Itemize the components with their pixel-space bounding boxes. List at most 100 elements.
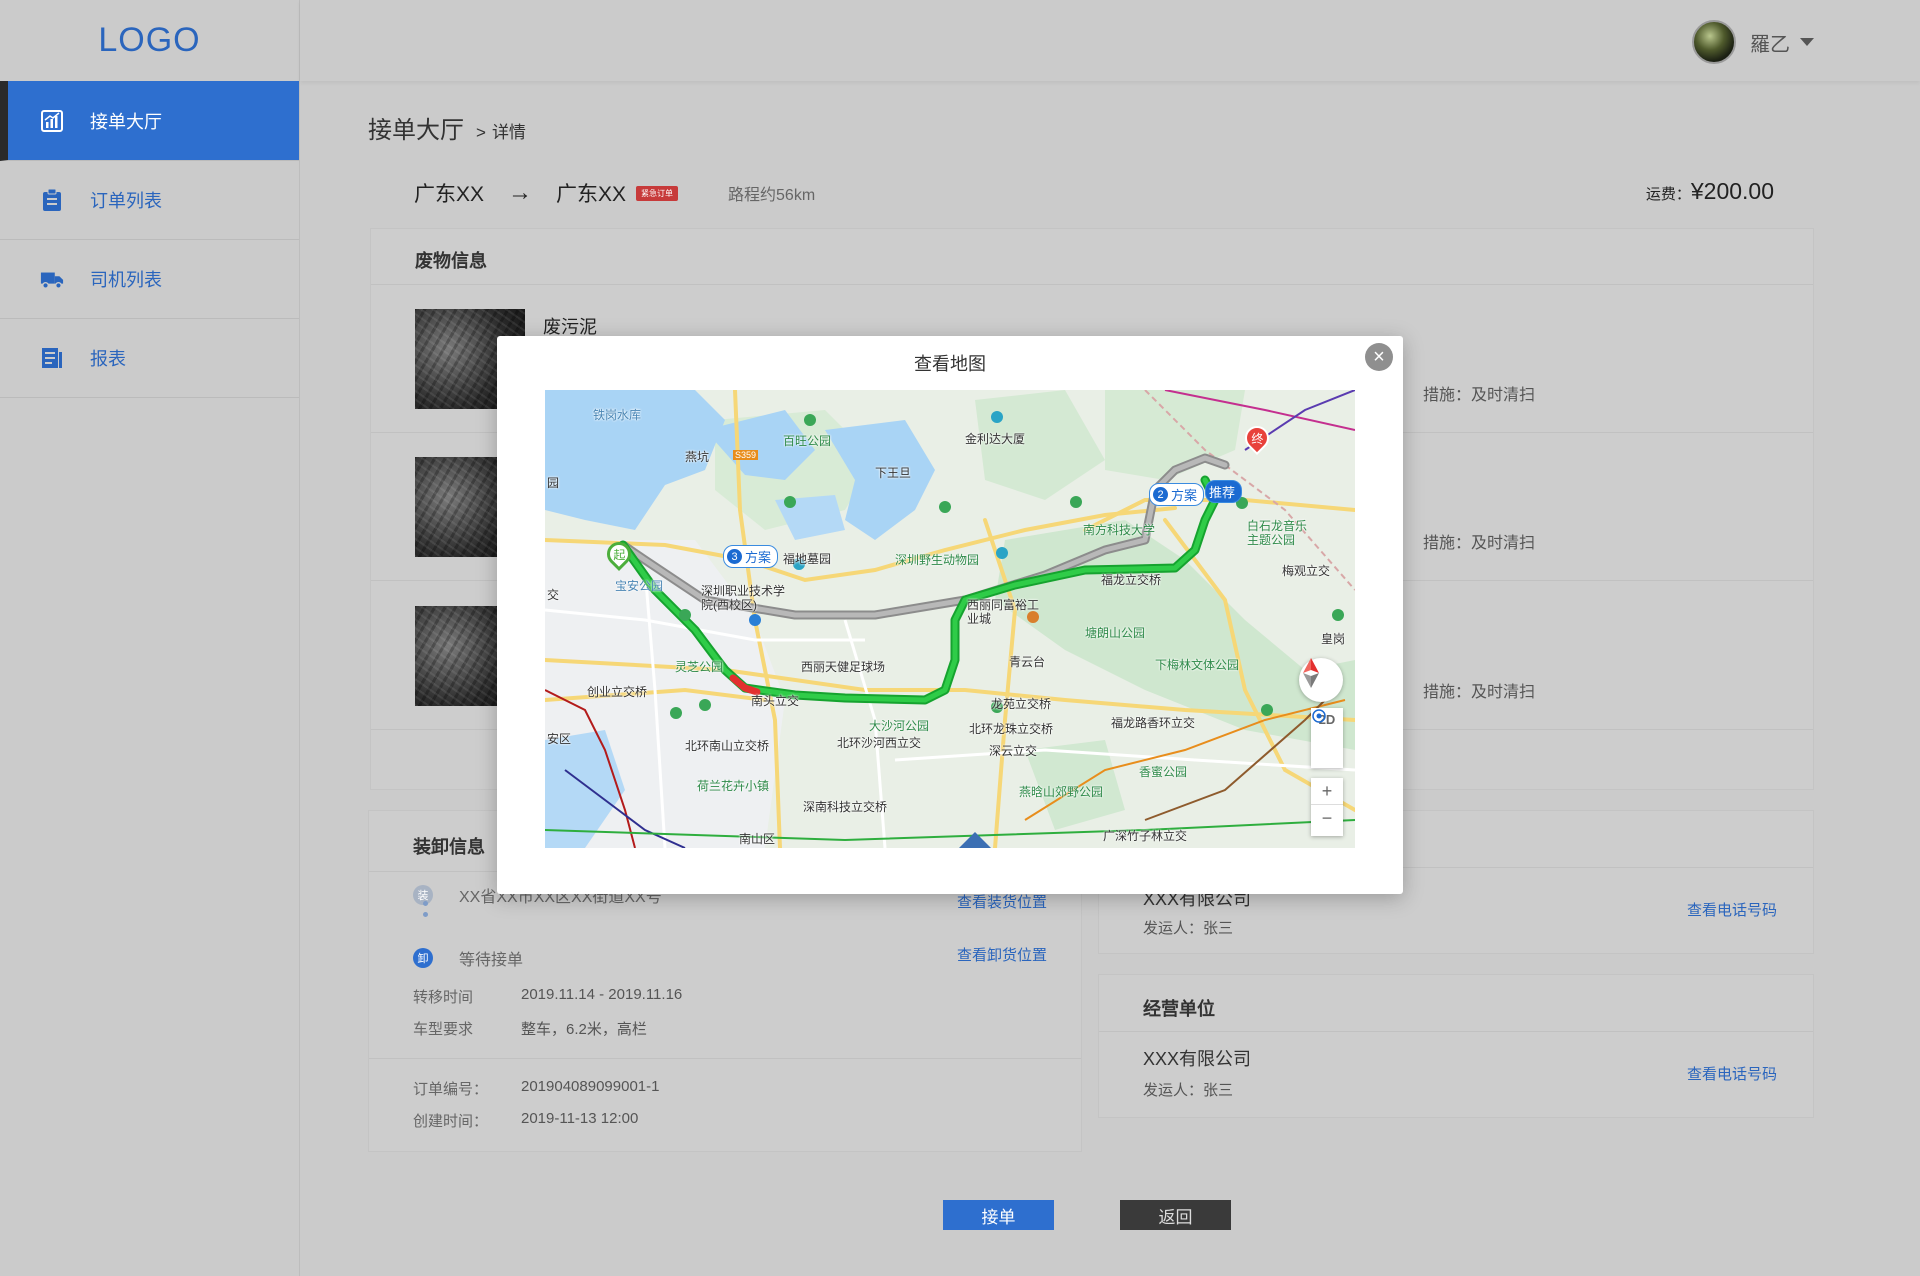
username[interactable]: 羅乙: [1750, 28, 1790, 57]
map-label: 燕晗山郊野公园: [1019, 785, 1104, 799]
map-label: 燕坑: [685, 450, 710, 464]
breadcrumb-separator: >: [476, 123, 486, 142]
modal-title: 查看地图: [914, 354, 986, 374]
route-recommended[interactable]: 推荐: [1205, 480, 1243, 503]
sidebar-item-order-list[interactable]: 订单列表: [0, 161, 299, 240]
sidebar-item-order-hall[interactable]: 接单大厅: [0, 81, 299, 161]
logo: LOGO: [98, 21, 201, 59]
map-label: 大沙河公园: [869, 719, 930, 733]
map-label: 南山区: [739, 832, 776, 846]
unload-stop: 卸 等待接单: [413, 946, 523, 970]
map-label: 北环沙河西立交: [837, 736, 922, 750]
map-label: 金利达大厦: [965, 432, 1026, 446]
plan-label: 方案: [745, 550, 772, 565]
created-label: 创建时间：: [413, 1113, 489, 1130]
plan-number: 2: [1153, 487, 1168, 502]
chart-icon: [40, 109, 64, 133]
route-origin: 广东XX: [414, 183, 485, 206]
unload-badge: 卸: [413, 948, 433, 968]
map-label: 南头立交: [751, 694, 800, 708]
map-label: 福地墓园: [783, 552, 832, 566]
top-header: 羅乙: [300, 0, 1920, 81]
arrow-right-icon: →: [508, 179, 533, 206]
map-label: 灵芝公园: [675, 660, 724, 674]
report-icon: [40, 346, 64, 370]
map-label: 深圳职业技术学院(西校区): [701, 584, 786, 612]
sidebar-item-label: 报表: [90, 349, 126, 369]
view-phone-link[interactable]: 查看电话号码: [1687, 899, 1777, 920]
order-no-value: 201904089099001-1: [521, 1078, 660, 1095]
recommended-label: 推荐: [1209, 485, 1236, 500]
route-map[interactable]: 铁岗水库 百旺公园 金利达大厦 燕坑 下王旦 S359 南方科技大学 白石龙音乐…: [545, 390, 1355, 848]
close-icon[interactable]: ×: [1365, 343, 1393, 371]
vehicle-label: 车型要求: [413, 1021, 474, 1038]
divider: [371, 284, 1813, 285]
map-label: 皇岗: [1321, 632, 1346, 646]
load-unload-title: 装卸信息: [413, 837, 485, 857]
chevron-down-icon[interactable]: [1800, 38, 1814, 46]
divider: [1099, 1031, 1813, 1032]
map-label: 创业立交桥: [587, 685, 648, 699]
route-destination: 广东XX: [556, 183, 627, 206]
waste-measure: 措施：及时清扫: [1423, 535, 1536, 552]
back-button[interactable]: 返回: [1120, 1200, 1231, 1230]
operator-company: XXX有限公司: [1143, 1049, 1252, 1069]
vehicle-value: 整车，6.2米，高栏: [521, 1021, 647, 1038]
route-dots: [423, 901, 428, 923]
map-label: 梅观立交: [1282, 564, 1331, 578]
view-phone-link[interactable]: 查看电话号码: [1687, 1063, 1777, 1084]
fare: 运费： ¥200.00: [1646, 178, 1774, 205]
map-label: 香蜜公园: [1139, 765, 1188, 779]
sidebar-item-driver-list[interactable]: 司机列表: [0, 240, 299, 319]
map-label: 下梅林文体公园: [1155, 658, 1240, 672]
map-label: 深南科技立交桥: [803, 800, 888, 814]
zoom-out-button[interactable]: −: [1311, 804, 1343, 831]
compass-icon[interactable]: [1299, 658, 1343, 702]
map-label: 白石龙音乐主题公园: [1247, 519, 1308, 547]
road-shield: S359: [733, 450, 759, 460]
user-menu[interactable]: 羅乙: [1692, 20, 1814, 64]
map-label: 深云立交: [989, 744, 1038, 758]
plan-label: 方案: [1171, 488, 1198, 503]
truck-icon: [40, 267, 64, 291]
sidebar-item-label: 接单大厅: [90, 111, 162, 132]
sidebar-item-label: 订单列表: [90, 191, 162, 211]
map-label: 荷兰花卉小镇: [697, 779, 770, 793]
map-label: 深圳野生动物园: [895, 553, 980, 567]
route-summary: 广东XX → 广东XX 紧急订单 路程约56km: [414, 178, 815, 208]
transfer-time-label: 转移时间: [413, 989, 474, 1006]
map-label: 北环南山立交桥: [685, 739, 770, 753]
fare-value: ¥200.00: [1690, 178, 1774, 204]
order-no-label: 订单编号：: [413, 1081, 489, 1098]
avatar[interactable]: [1692, 20, 1736, 64]
map-modal: 查看地图 × 铁岗水库 百旺公园 金利达大厦 燕坑 下王旦 S359 南方科技大…: [497, 336, 1403, 894]
route-plan-2[interactable]: 2 方案: [1149, 483, 1205, 506]
route-distance: 路程约56km: [728, 187, 816, 204]
accept-order-button[interactable]: 接单: [943, 1200, 1054, 1230]
created-value: 2019-11-13 12:00: [521, 1110, 639, 1127]
map-label: 铁岗水库: [593, 408, 642, 422]
breadcrumb-main[interactable]: 接单大厅: [368, 110, 464, 145]
transfer-time-value: 2019.11.14 - 2019.11.16: [521, 986, 683, 1003]
sidebar: LOGO 接单大厅 订单列表 司机列表 报表: [0, 0, 300, 1276]
divider: [369, 1058, 1081, 1059]
operator-title: 经营单位: [1143, 999, 1215, 1019]
route-plan-3[interactable]: 3 方案: [723, 545, 779, 568]
breadcrumb: 接单大厅 > 详情: [368, 110, 526, 145]
map-label: 西丽天健足球场: [801, 660, 886, 674]
transfer-time-row: 转移时间 2019.11.14 - 2019.11.16: [413, 986, 682, 1007]
shipper-contact: 发运人：张三: [1143, 920, 1234, 937]
zoom-in-button[interactable]: +: [1322, 778, 1333, 804]
operator-card: 经营单位 XXX有限公司 发运人：张三 查看电话号码: [1098, 974, 1814, 1118]
map-label: 广深竹子林立交: [1103, 829, 1188, 843]
fare-label: 运费：: [1645, 186, 1691, 203]
unload-status: 等待接单: [459, 952, 524, 969]
map-canvas: [545, 390, 1355, 848]
map-label: 南方科技大学: [1083, 523, 1156, 537]
view-unload-location-link[interactable]: 查看卸货位置: [957, 944, 1047, 965]
zoom-controls: + −: [1311, 778, 1343, 836]
sidebar-item-report[interactable]: 报表: [0, 319, 299, 398]
map-label: 下王旦: [875, 466, 912, 480]
vehicle-row: 车型要求 整车，6.2米，高栏: [413, 1018, 647, 1039]
view-load-location-link[interactable]: 查看装货位置: [957, 891, 1047, 912]
